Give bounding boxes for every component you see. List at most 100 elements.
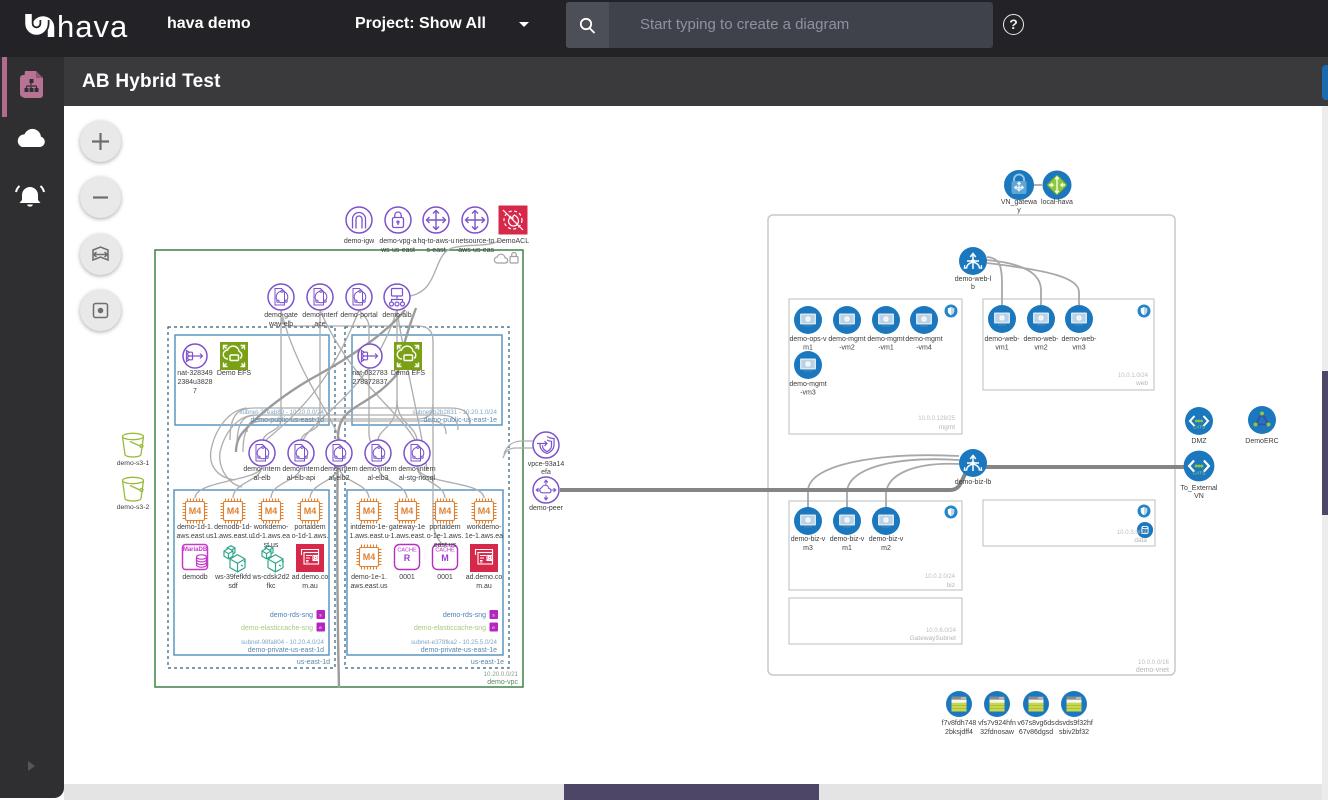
svg-text:demo-public-us-east-1e: demo-public-us-east-1e <box>423 417 497 424</box>
svg-text:demo-interf: demo-interf <box>302 312 337 319</box>
svg-text:portaldem: portaldem <box>294 524 325 531</box>
svg-text:10.0.0.0/16: 10.0.0.0/16 <box>1138 659 1170 666</box>
svg-text:2bksjdff4: 2bksjdff4 <box>945 729 973 736</box>
svg-text:demo-private-us-east-1e: demo-private-us-east-1e <box>421 647 497 654</box>
svg-text:demo-mgmt: demo-mgmt <box>867 336 904 343</box>
svg-text:demo-mgmt: demo-mgmt <box>905 336 942 343</box>
svg-text:demo-biz-v: demo-biz-v <box>869 536 904 543</box>
svg-text:-vm4: -vm4 <box>916 345 932 352</box>
svg-text:demo-s3-1: demo-s3-1 <box>117 460 150 467</box>
svg-text:demo-elasticcache-sng: demo-elasticcache-sng <box>414 625 486 632</box>
svg-text:gateway-1e: gateway-1e <box>389 524 425 531</box>
svg-text:subnet-e378fka2 - 10.25.5.0/24: subnet-e378fka2 - 10.25.5.0/24 <box>411 639 498 646</box>
svg-text:vpce-93a14: vpce-93a14 <box>528 461 565 468</box>
svg-text:demo-intern: demo-intern <box>359 466 396 473</box>
svg-text:demo-rds-sng: demo-rds-sng <box>443 612 486 619</box>
svg-text:sdf: sdf <box>228 583 237 590</box>
svg-text:67v86dgsd: 67v86dgsd <box>1019 729 1053 736</box>
svg-text:hava: hava <box>57 9 128 44</box>
svg-text:o-1d-1.aws.: o-1d-1.aws. <box>292 533 329 540</box>
svg-text:M: M <box>441 553 449 563</box>
svg-text:demo-web-l: demo-web-l <box>955 276 992 283</box>
svg-text:workdemo-: workdemo- <box>253 524 289 531</box>
svg-text:demo-private-us-east-1d: demo-private-us-east-1d <box>248 647 324 654</box>
svg-text:aws.east.us: aws.east.us <box>177 533 214 540</box>
svg-text:demo-vpc: demo-vpc <box>487 679 518 686</box>
svg-text:demo-biz-v: demo-biz-v <box>791 536 826 543</box>
svg-text:278372837: 278372837 <box>352 379 387 386</box>
svg-text:web: web <box>1135 380 1148 387</box>
svg-text:2384u3828: 2384u3828 <box>177 379 212 386</box>
svg-text:local-hava: local-hava <box>1041 199 1073 206</box>
svg-text:demo-intern: demo-intern <box>398 466 435 473</box>
svg-text:demo-mgmt: demo-mgmt <box>828 336 865 343</box>
svg-text:demo-intern: demo-intern <box>243 466 280 473</box>
svg-text:al-elb: al-elb <box>253 475 270 482</box>
svg-text:us-east-1d: us-east-1d <box>297 659 330 666</box>
svg-text:To_External: To_External <box>1181 485 1218 492</box>
svg-text:demo-mgmt: demo-mgmt <box>789 381 826 388</box>
svg-text:ace: ace <box>314 321 325 328</box>
svg-text:dsvds9f32hf: dsvds9f32hf <box>1055 720 1093 727</box>
svg-text:sbiv2bf32: sbiv2bf32 <box>1059 729 1089 736</box>
svg-text:1.aws.east.u: 1.aws.east.u <box>349 533 388 540</box>
svg-text:o-1e-1.aws.: o-1e-1.aws. <box>427 533 464 540</box>
svg-text:-vm1: -vm1 <box>878 345 894 352</box>
svg-text:vm1: vm1 <box>995 345 1008 352</box>
svg-text:10.0.3.0/24: 10.0.3.0/24 <box>1117 530 1148 536</box>
svg-text:demo-1d-1.: demo-1d-1. <box>177 524 213 531</box>
svg-text:10.0.0.128/25: 10.0.0.128/25 <box>918 416 955 422</box>
svg-text:way-elb: way-elb <box>268 321 293 328</box>
svg-text:demo-vnet: demo-vnet <box>1136 667 1169 674</box>
svg-text:subnet-98fa804 - 10.20.4.0/24: subnet-98fa804 - 10.20.4.0/24 <box>241 639 324 646</box>
svg-text:VN_gatewa: VN_gatewa <box>1001 199 1037 206</box>
svg-text:al-elb2: al-elb2 <box>328 475 349 482</box>
svg-text:32fdnosaw: 32fdnosaw <box>980 729 1015 736</box>
svg-text:nat-032783: nat-032783 <box>352 370 388 377</box>
svg-text:ws-39fefkfd: ws-39fefkfd <box>214 574 251 581</box>
svg-text:biz: biz <box>947 582 955 589</box>
svg-text:m1: m1 <box>842 545 852 552</box>
svg-text:m3: m3 <box>803 545 813 552</box>
svg-text:demo-igw: demo-igw <box>344 238 375 245</box>
svg-text:demo-intern: demo-intern <box>320 466 357 473</box>
svg-text:data: data <box>1134 537 1147 544</box>
svg-text:R: R <box>404 553 411 563</box>
svg-text:demo-portal: demo-portal <box>340 312 378 319</box>
svg-text:-aws-us-eas: -aws-us-eas <box>456 247 495 254</box>
svg-text:efa: efa <box>541 469 551 476</box>
svg-text:demo-web-: demo-web- <box>1061 336 1097 343</box>
svg-text:10.20.0.0/21: 10.20.0.0/21 <box>484 671 519 678</box>
svg-text:demo-gate: demo-gate <box>264 312 298 319</box>
svg-text:portaldem: portaldem <box>429 524 460 531</box>
svg-text:vfs7v924hfn: vfs7v924hfn <box>978 720 1016 727</box>
svg-text:10.0.1.0/24: 10.0.1.0/24 <box>1118 373 1149 379</box>
svg-text:demodb: demodb <box>182 574 207 581</box>
svg-text:1e-1.aws.ea: 1e-1.aws.ea <box>465 533 503 540</box>
svg-text:m.au: m.au <box>476 583 492 590</box>
svg-text:fkc: fkc <box>267 583 276 590</box>
svg-text:y: y <box>1017 207 1021 214</box>
svg-text:nat-328349: nat-328349 <box>177 370 213 377</box>
svg-text:demo-elasticcache-sng: demo-elasticcache-sng <box>241 625 313 632</box>
svg-text:demo-biz-lb: demo-biz-lb <box>955 479 992 486</box>
svg-text:-vm2: -vm2 <box>839 345 855 352</box>
svg-text:GatewaySubnet: GatewaySubnet <box>910 635 956 642</box>
svg-text:Demo EFS: Demo EFS <box>217 370 252 377</box>
svg-text:east.us: east.us <box>434 542 457 549</box>
svg-text:DemoACL: DemoACL <box>497 238 529 245</box>
svg-text:demo-1e-1.: demo-1e-1. <box>351 574 387 581</box>
svg-text:demo-vpg-a: demo-vpg-a <box>379 238 416 245</box>
svg-text:ws-us-east: ws-us-east <box>380 247 415 254</box>
svg-text:-1.aws.east.: -1.aws.east. <box>388 533 426 540</box>
svg-text:aws.east.us: aws.east.us <box>351 583 388 590</box>
svg-text:Demo EFS: Demo EFS <box>391 370 426 377</box>
svg-text:1.aws.east.u: 1.aws.east.u <box>213 533 252 540</box>
svg-text:ws-cdsk2d2: ws-cdsk2d2 <box>252 574 290 581</box>
svg-text:mgmt: mgmt <box>939 424 955 431</box>
svg-text:intdemo-1e-: intdemo-1e- <box>350 524 388 531</box>
svg-text:demo-biz-v: demo-biz-v <box>830 536 865 543</box>
svg-text:f7v8fdh748: f7v8fdh748 <box>942 720 977 727</box>
svg-text:10.0.6.0/24: 10.0.6.0/24 <box>926 628 957 634</box>
svg-text:vm3: vm3 <box>1072 345 1085 352</box>
